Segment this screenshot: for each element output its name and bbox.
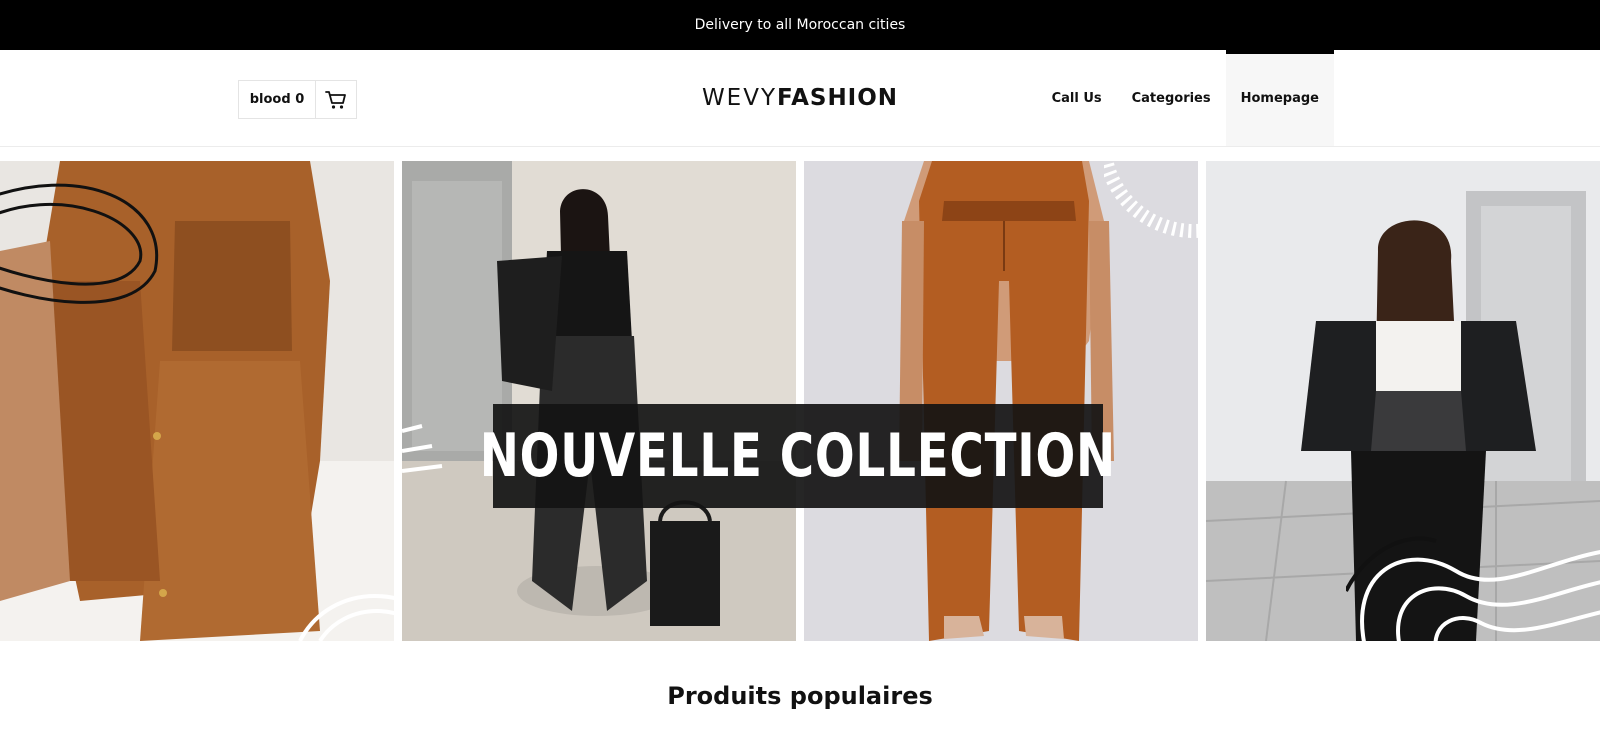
announcement-bar: Delivery to all Moroccan cities [0, 0, 1600, 50]
nav-homepage[interactable]: Homepage [1225, 50, 1334, 146]
hero-image-3 [804, 161, 1198, 641]
hero-image-1 [0, 161, 394, 641]
hero-image-2 [402, 161, 796, 641]
hero-banner-text: NOUVELLE COLLECTION [479, 421, 1117, 491]
main-nav: Call Us Categories Homepage [1037, 50, 1334, 146]
hero-banner-label[interactable]: NOUVELLE COLLECTION [480, 404, 1115, 508]
site-logo[interactable]: WEVYFASHION [0, 83, 1600, 113]
nav-categories[interactable]: Categories [1117, 50, 1226, 146]
hero-banner[interactable]: NOUVELLE COLLECTION [0, 161, 1600, 641]
logo-bold: FASHION [777, 85, 899, 111]
hero-image-4 [1206, 161, 1600, 641]
popular-products-title: Produits populaires [667, 682, 933, 710]
nav-call-us[interactable]: Call Us [1037, 50, 1117, 146]
logo-light: WEVY [701, 85, 777, 111]
announcement-text: Delivery to all Moroccan cities [694, 17, 906, 33]
site-header: blood 0 WEVYFASHION Call Us Categories H… [0, 50, 1600, 147]
